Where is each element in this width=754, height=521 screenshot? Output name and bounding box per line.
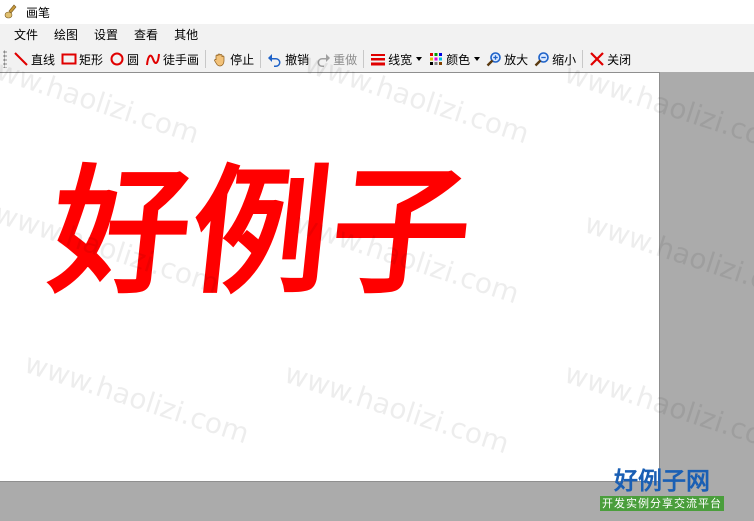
line-icon [14, 52, 28, 66]
zoom-in-label: 放大 [504, 52, 529, 67]
freehand-icon [146, 53, 161, 66]
hand-icon [214, 53, 225, 67]
toolbar-grip[interactable] [3, 50, 7, 68]
zoom-out-icon [534, 52, 549, 67]
menu-settings[interactable]: 设置 [86, 24, 126, 46]
undo-icon [268, 54, 281, 67]
color-label: 颜色 [446, 52, 471, 67]
stop-label: 停止 [230, 52, 255, 67]
freehand-drawing: 好例子 [43, 150, 481, 313]
zoom-out-button[interactable]: 缩小 [531, 48, 579, 70]
zoom-in-icon [486, 52, 501, 67]
title-bar: 画笔 [0, 0, 754, 24]
brush-icon [4, 4, 17, 19]
redo-icon [317, 54, 331, 67]
toolbar-separator [582, 50, 584, 68]
logo-title: 好例子网 [614, 466, 710, 495]
line-label: 直线 [31, 52, 56, 67]
menu-draw[interactable]: 绘图 [46, 24, 86, 46]
color-button[interactable]: 颜色 [425, 48, 483, 70]
circle-icon [110, 52, 124, 66]
line-width-label: 线宽 [388, 52, 413, 67]
zoom-out-label: 缩小 [552, 52, 577, 67]
close-label: 关闭 [607, 52, 632, 67]
toolbar-separator [205, 50, 207, 68]
line-width-button[interactable]: 线宽 [367, 48, 425, 70]
rect-icon [61, 53, 77, 65]
close-button[interactable]: 关闭 [586, 48, 634, 70]
rect-label: 矩形 [79, 52, 104, 67]
redo-label: 重做 [333, 52, 358, 67]
undo-button[interactable]: 撤销 [264, 48, 312, 70]
color-icon [430, 53, 443, 65]
menu-view[interactable]: 查看 [126, 24, 166, 46]
freehand-button[interactable]: 徒手画 [142, 48, 202, 70]
window-title: 画笔 [26, 5, 51, 20]
menu-file[interactable]: 文件 [6, 24, 46, 46]
circle-button[interactable]: 圆 [106, 48, 142, 70]
close-icon [590, 52, 604, 66]
stop-button[interactable]: 停止 [209, 48, 257, 70]
drawing-canvas[interactable]: 好例子 [0, 72, 660, 482]
undo-label: 撤销 [285, 52, 310, 67]
site-logo: 好例子网 开发实例分享交流平台 [600, 466, 724, 511]
freehand-label: 徒手画 [163, 52, 200, 67]
menu-bar: 文件 绘图 设置 查看 其他 [0, 24, 754, 46]
line-button[interactable]: 直线 [10, 48, 58, 70]
circle-label: 圆 [127, 52, 140, 67]
toolbar-separator [363, 50, 365, 68]
redo-button[interactable]: 重做 [312, 48, 360, 70]
toolbar-separator [260, 50, 262, 68]
zoom-in-button[interactable]: 放大 [483, 48, 531, 70]
chevron-down-icon [474, 57, 481, 61]
work-area: 好例子 www.haolizi.com www.haolizi.com www.… [0, 47, 754, 521]
chevron-down-icon [416, 57, 423, 61]
menu-other[interactable]: 其他 [166, 24, 206, 46]
toolbar: 直线 矩形 圆 徒手画 停止 撤销 重做 线宽 颜色 放大 缩小 关闭 [0, 46, 754, 72]
logo-subtitle: 开发实例分享交流平台 [600, 496, 724, 511]
rect-button[interactable]: 矩形 [58, 48, 106, 70]
line-width-icon [371, 54, 386, 66]
